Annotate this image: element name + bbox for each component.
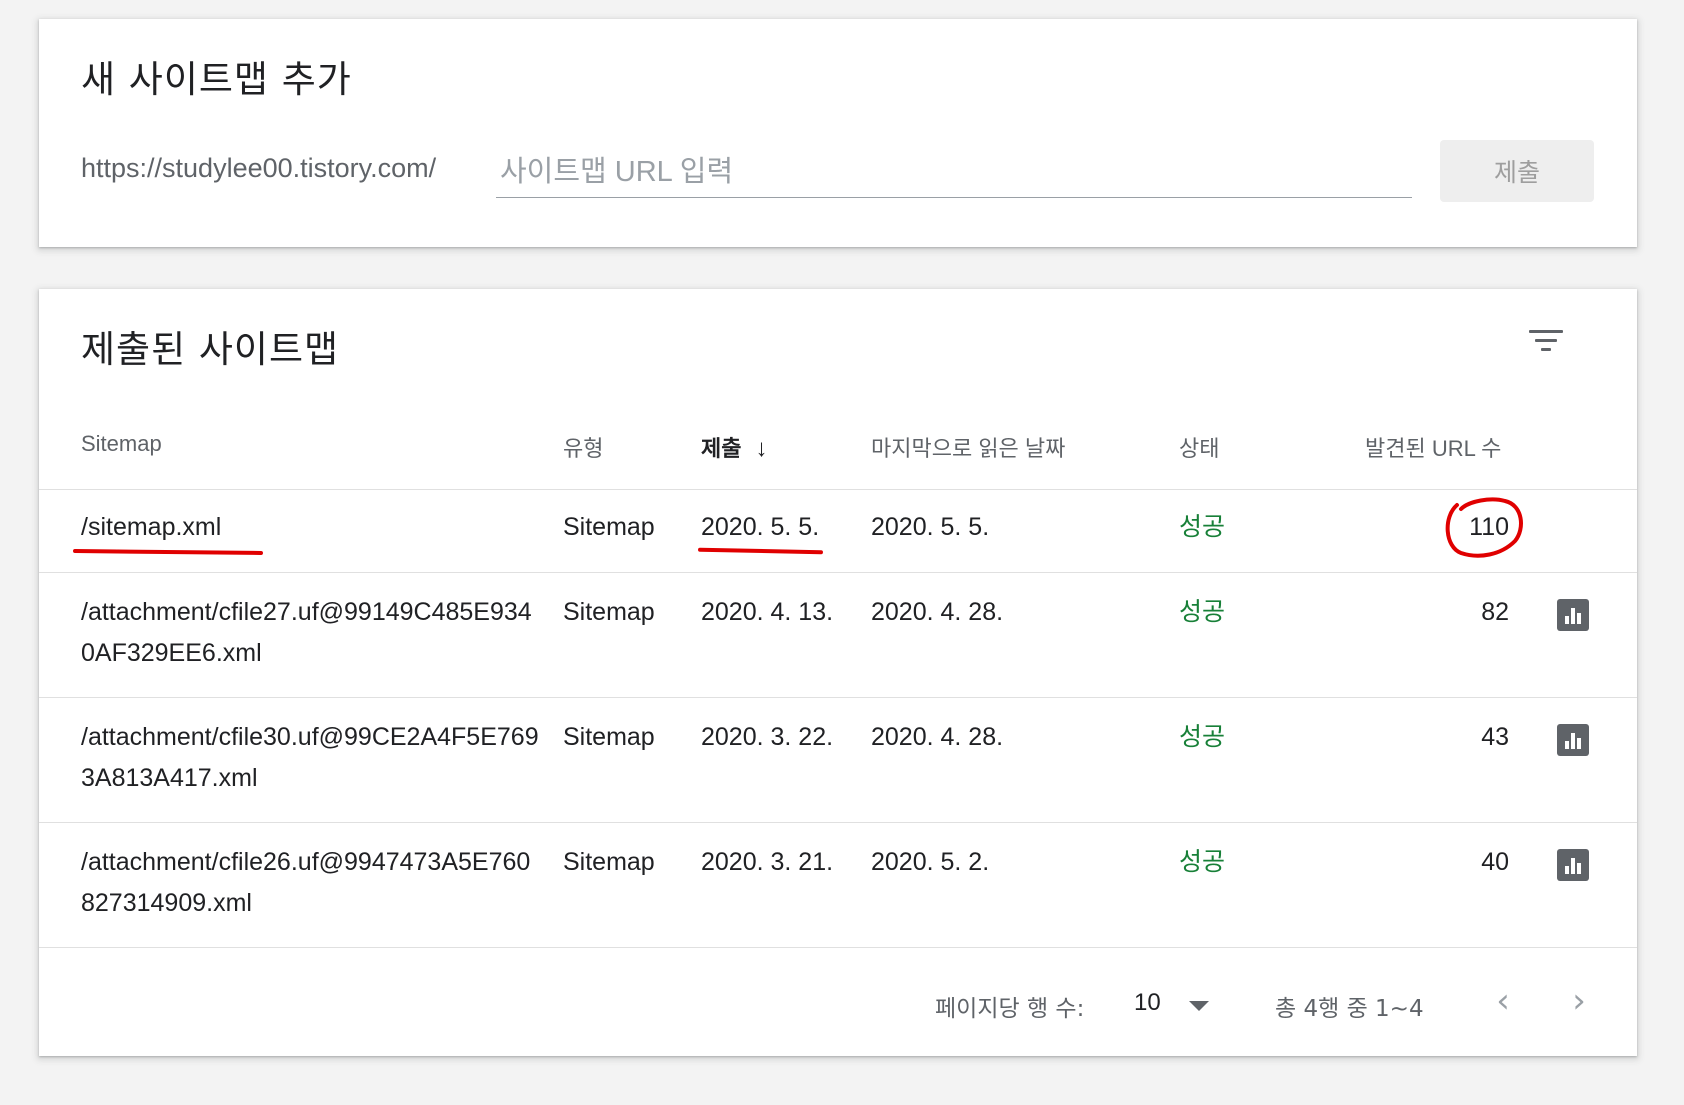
row-last-read-date: 2020. 4. 28.	[871, 598, 1004, 626]
row-last-read-date: 2020. 5. 2.	[871, 848, 990, 876]
submit-button[interactable]: 제출	[1440, 140, 1594, 202]
row-submitted-date: 2020. 3. 21.	[701, 848, 834, 876]
row-type: Sitemap	[563, 723, 655, 751]
row-last-read-date: 2020. 5. 5.	[871, 513, 990, 541]
sitemap-url-field	[496, 147, 1412, 198]
row-sitemap-path: /attachment/cfile26.uf@9947473A5E7608273…	[81, 848, 531, 917]
table-row[interactable]: /attachment/cfile30.uf@99CE2A4F5E7693A81…	[39, 697, 1637, 823]
sort-down-arrow-icon: ↓	[755, 435, 768, 462]
row-status: 성공	[1179, 513, 1226, 541]
row-sitemap-path: /attachment/cfile27.uf@99149C485E9340AF3…	[81, 598, 532, 667]
row-type: Sitemap	[563, 598, 655, 626]
row-status: 성공	[1179, 598, 1226, 626]
table-row[interactable]: /attachment/cfile26.uf@9947473A5E7608273…	[39, 822, 1637, 948]
pagination-footer: 페이지당 행 수: 10 총 4행 중 1~4 ‹ ›	[39, 959, 1637, 1049]
table-row[interactable]: /attachment/cfile27.uf@99149C485E9340AF3…	[39, 572, 1637, 698]
row-sitemap-path: /attachment/cfile30.uf@99CE2A4F5E7693A81…	[81, 723, 539, 792]
row-discovered-urls: 43	[1481, 723, 1509, 751]
table-header: Sitemap 유형 제출 ↓ 마지막으로 읽은 날짜 상태 발견된 URL 수	[39, 399, 1637, 490]
filter-icon[interactable]	[1529, 326, 1565, 356]
submitted-sitemaps-title: 제출된 사이트맵	[81, 328, 340, 371]
row-sitemap-path: /sitemap.xml	[81, 513, 222, 541]
row-status: 성공	[1179, 723, 1226, 751]
rows-per-page-label: 페이지당 행 수:	[935, 996, 1085, 1022]
row-submitted-date: 2020. 5. 5.	[701, 513, 820, 541]
table-row[interactable]: /sitemap.xml Sitemap 2020. 5. 5. 2020. 5…	[39, 489, 1637, 573]
row-discovered-urls: 40	[1481, 848, 1509, 876]
row-status: 성공	[1179, 848, 1226, 876]
bar-chart-icon[interactable]	[1557, 724, 1589, 756]
annotation-underline-sitemap	[72, 549, 264, 555]
column-header-type[interactable]: 유형	[563, 431, 603, 463]
bar-chart-icon[interactable]	[1557, 599, 1589, 631]
row-type: Sitemap	[563, 513, 655, 541]
chevron-left-icon[interactable]: ‹	[1483, 981, 1523, 1025]
column-header-submitted[interactable]: 제출 ↓	[701, 431, 767, 463]
add-sitemap-title: 새 사이트맵 추가	[81, 58, 352, 101]
row-submitted-date: 2020. 3. 22.	[701, 723, 834, 751]
dropdown-caret-icon	[1189, 1001, 1209, 1011]
row-submitted-date: 2020. 4. 13.	[701, 598, 834, 626]
bar-chart-icon[interactable]	[1557, 849, 1589, 881]
rows-per-page-select[interactable]: 10	[1134, 981, 1234, 1027]
submitted-sitemaps-card: 제출된 사이트맵 Sitemap 유형 제출 ↓ 마지막으로 읽은 날짜 상태 발…	[39, 289, 1637, 1056]
row-discovered-urls: 82	[1481, 598, 1509, 626]
column-header-submitted-label: 제출	[701, 436, 742, 461]
annotation-circle-count	[1445, 497, 1523, 558]
add-sitemap-card: 새 사이트맵 추가 https://studylee00.tistory.com…	[39, 19, 1637, 247]
column-header-last-read[interactable]: 마지막으로 읽은 날짜	[871, 431, 1065, 463]
pagination-range-label: 총 4행 중 1~4	[1275, 996, 1424, 1022]
row-last-read-date: 2020. 4. 28.	[871, 723, 1004, 751]
sitemap-url-input[interactable]	[496, 147, 1412, 197]
url-prefix: https://studylee00.tistory.com/	[81, 153, 437, 183]
rows-per-page-value: 10	[1134, 989, 1161, 1016]
chevron-right-icon[interactable]: ›	[1559, 981, 1599, 1025]
column-header-sitemap[interactable]: Sitemap	[81, 431, 162, 457]
column-header-status[interactable]: 상태	[1179, 431, 1219, 463]
annotation-underline-date	[697, 547, 824, 555]
column-header-discovered-urls[interactable]: 발견된 URL 수	[1365, 431, 1501, 463]
row-type: Sitemap	[563, 848, 655, 876]
